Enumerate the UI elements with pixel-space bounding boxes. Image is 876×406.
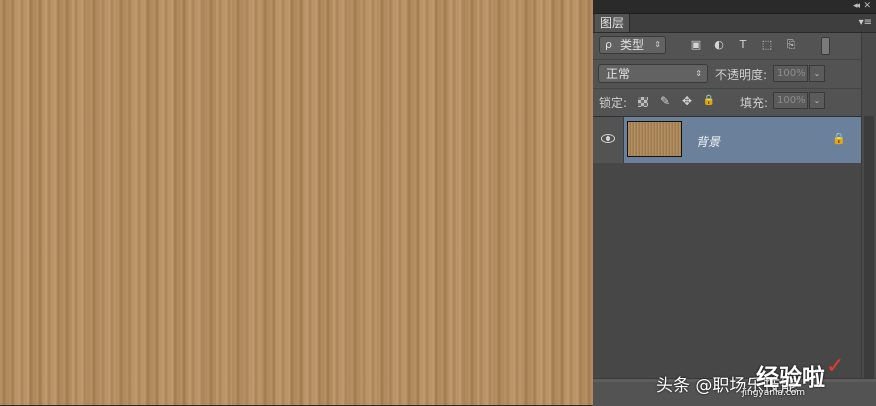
panel-scrollbar[interactable]	[861, 33, 876, 378]
scroll-track[interactable]	[864, 116, 874, 378]
filter-shape-icon[interactable]: ⬚	[760, 39, 774, 51]
filter-smartobject-icon[interactable]: ⎘	[784, 39, 798, 51]
panel-tab-bar: 图层 ▾≡	[593, 14, 876, 33]
collapse-panel-icon[interactable]: ◂◂	[853, 0, 860, 13]
fill-input[interactable]: 100%	[773, 92, 808, 109]
filter-kind-select[interactable]: ρ 类型 ⇕	[599, 36, 666, 54]
blend-row: 正常 ⇕ 不透明度: 100% ⌄	[593, 59, 861, 88]
panel-menu-icon[interactable]: ▾≡	[859, 16, 872, 30]
layer-visibility-toggle[interactable]	[593, 117, 624, 163]
lock-row: 锁定: ✎ ✥ 🔒 填充: 100% ⌄	[593, 88, 861, 115]
watermark-url: jingyanla.com	[742, 388, 806, 398]
document-canvas[interactable]	[0, 0, 593, 405]
opacity-label: 不透明度:	[715, 68, 768, 82]
tab-layers[interactable]: 图层	[595, 14, 631, 32]
eye-icon[interactable]	[601, 134, 615, 143]
layer-thumbnail[interactable]	[627, 121, 682, 157]
blend-mode-select[interactable]: 正常 ⇕	[598, 64, 708, 83]
close-panel-icon[interactable]: ✕	[863, 0, 871, 13]
chevron-updown-icon: ⇕	[654, 40, 661, 49]
panel-collapse-bar: ◂◂ ✕	[593, 0, 876, 14]
opacity-slider-button[interactable]: ⌄	[809, 65, 825, 82]
watermark-logo: 经验啦	[756, 365, 825, 391]
watermark: 头条 @职场乐技能 经验啦 ✓ jingyanla.com	[656, 354, 876, 402]
lock-icon: 🔒	[832, 132, 846, 145]
lock-all-icon[interactable]: 🔒	[702, 94, 716, 108]
layer-item[interactable]: 背景 🔒	[624, 117, 861, 163]
filter-pixel-icon[interactable]: ▣	[689, 39, 703, 51]
fill-label: 填充:	[740, 96, 769, 110]
filter-toggle-switch[interactable]	[821, 37, 830, 55]
layers-panel: ◂◂ ✕ 图层 ▾≡ ρ 类型 ⇕ ▣ ◐ T ⬚ ⎘ 正常 ⇕ 不透明度: 1…	[593, 0, 876, 406]
lock-label: 锁定:	[599, 96, 628, 110]
layer-filter-row: ρ 类型 ⇕ ▣ ◐ T ⬚ ⎘	[593, 33, 861, 57]
filter-type-icon[interactable]: T	[736, 39, 750, 51]
chevron-updown-icon: ⇕	[695, 69, 702, 78]
check-icon: ✓	[826, 354, 845, 379]
lock-paint-icon[interactable]: ✎	[658, 94, 672, 108]
fill-slider-button[interactable]: ⌄	[809, 92, 825, 109]
opacity-input[interactable]: 100%	[773, 65, 808, 82]
filter-adjustment-icon[interactable]: ◐	[712, 39, 726, 51]
layers-list: 背景 🔒	[593, 116, 861, 379]
lock-position-icon[interactable]: ✥	[680, 94, 694, 108]
filter-kind-label: 类型	[620, 38, 645, 52]
layer-row[interactable]: 背景 🔒	[593, 117, 861, 163]
search-icon: ρ	[605, 38, 612, 51]
lock-transparent-icon[interactable]	[638, 97, 648, 107]
blend-mode-value: 正常	[606, 67, 631, 81]
layer-name[interactable]: 背景	[696, 133, 720, 150]
